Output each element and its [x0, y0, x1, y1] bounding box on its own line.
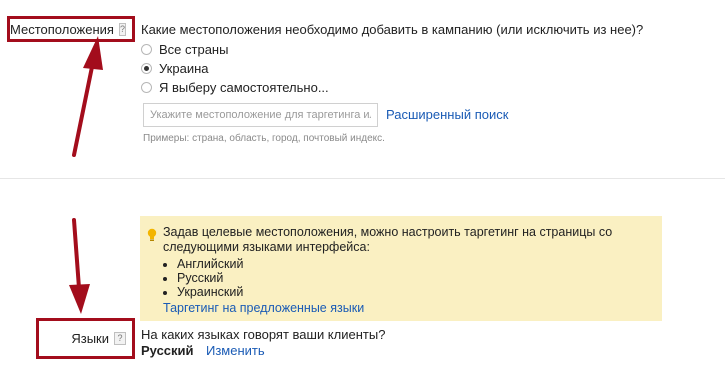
campaign-settings-panel: Местоположения ? Какие местоположения не…: [0, 0, 725, 365]
arrow-to-locations-icon: [72, 36, 103, 157]
arrow-to-languages-icon: [69, 218, 90, 314]
annotation-arrows: [69, 36, 103, 314]
